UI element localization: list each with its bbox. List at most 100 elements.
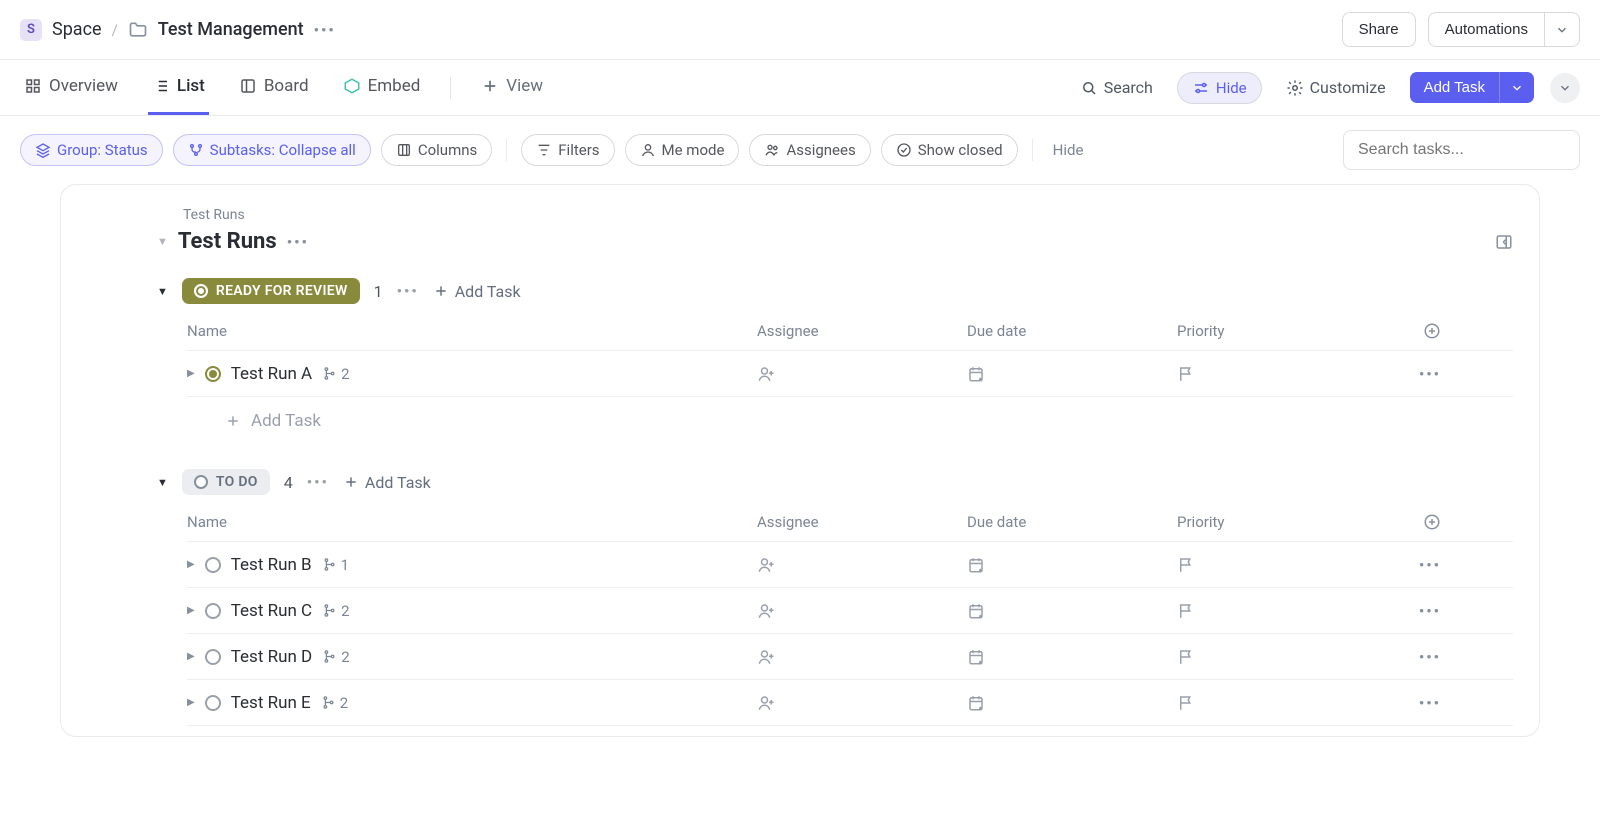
hide-button[interactable]: Hide — [1177, 72, 1262, 104]
subtask-count[interactable]: 2 — [322, 648, 349, 666]
expand-panel-icon[interactable] — [1495, 233, 1513, 251]
group-more-icon[interactable]: ••• — [307, 473, 329, 491]
due-date-cell[interactable] — [967, 602, 1177, 620]
group-caret-icon[interactable]: ▼ — [157, 476, 168, 489]
group-pill[interactable]: Group: Status — [20, 134, 163, 166]
expand-caret-icon[interactable]: ▶ — [187, 651, 195, 662]
task-name[interactable]: Test Run E — [231, 693, 311, 713]
subtask-icon — [322, 649, 337, 664]
priority-cell[interactable] — [1177, 648, 1397, 666]
task-status-icon[interactable] — [205, 649, 221, 665]
folder-icon — [128, 20, 148, 40]
tab-board[interactable]: Board — [235, 60, 313, 115]
columns-pill[interactable]: Columns — [381, 134, 492, 166]
due-date-cell[interactable] — [967, 694, 1177, 712]
automations-caret[interactable] — [1544, 12, 1580, 47]
tab-embed[interactable]: Embed — [339, 60, 425, 115]
tab-add-view[interactable]: View — [477, 60, 547, 115]
priority-cell[interactable] — [1177, 694, 1397, 712]
task-status-icon[interactable] — [205, 695, 221, 711]
col-priority[interactable]: Priority — [1177, 322, 1397, 340]
inline-add-task[interactable]: Add Task — [225, 397, 1513, 445]
add-column-icon[interactable] — [1423, 513, 1457, 531]
toolbar-hide-link[interactable]: Hide — [1047, 141, 1090, 159]
col-assignee[interactable]: Assignee — [757, 322, 967, 340]
people-icon — [764, 142, 780, 158]
group-more-icon[interactable]: ••• — [397, 282, 419, 300]
expand-caret-icon[interactable]: ▶ — [187, 559, 195, 570]
me-mode-pill[interactable]: Me mode — [625, 134, 740, 166]
expand-caret-icon[interactable]: ▶ — [187, 368, 195, 379]
subtask-count[interactable]: 2 — [322, 602, 349, 620]
task-row[interactable]: ▶ Test Run D 2 ••• — [187, 634, 1513, 680]
col-name[interactable]: Name — [187, 513, 757, 531]
col-due[interactable]: Due date — [967, 322, 1177, 340]
col-due[interactable]: Due date — [967, 513, 1177, 531]
due-date-cell[interactable] — [967, 556, 1177, 574]
col-priority[interactable]: Priority — [1177, 513, 1397, 531]
row-more-icon[interactable]: ••• — [1419, 602, 1457, 620]
row-more-icon[interactable]: ••• — [1419, 556, 1457, 574]
priority-cell[interactable] — [1177, 602, 1397, 620]
hide-label: Hide — [1216, 79, 1247, 97]
add-task-caret[interactable] — [1499, 72, 1534, 103]
priority-cell[interactable] — [1177, 556, 1397, 574]
space-badge[interactable]: S — [20, 19, 42, 41]
status-chip[interactable]: READY FOR REVIEW — [182, 278, 360, 304]
expand-caret-icon[interactable]: ▶ — [187, 697, 195, 708]
add-column-icon[interactable] — [1423, 322, 1457, 340]
row-more-icon[interactable]: ••• — [1419, 694, 1457, 712]
search-tasks-input[interactable] — [1343, 130, 1580, 170]
status-chip[interactable]: TO DO — [182, 469, 270, 495]
add-task-button[interactable]: Add Task — [1410, 72, 1499, 103]
assignee-cell[interactable] — [757, 602, 967, 620]
section-more-icon[interactable]: ••• — [287, 233, 309, 251]
breadcrumb-more-icon[interactable]: ••• — [314, 21, 336, 39]
show-closed-pill[interactable]: Show closed — [881, 134, 1018, 166]
assignee-cell[interactable] — [757, 648, 967, 666]
tab-overview[interactable]: Overview — [20, 60, 122, 115]
due-date-cell[interactable] — [967, 648, 1177, 666]
col-assignee[interactable]: Assignee — [757, 513, 967, 531]
task-name[interactable]: Test Run B — [231, 555, 312, 575]
expand-caret-icon[interactable]: ▶ — [187, 605, 195, 616]
group-add-task[interactable]: Add Task — [433, 282, 521, 301]
col-name[interactable]: Name — [187, 322, 757, 340]
filters-pill[interactable]: Filters — [521, 134, 614, 166]
task-name[interactable]: Test Run C — [231, 601, 312, 621]
subtask-count[interactable]: 1 — [322, 556, 349, 574]
group-add-task[interactable]: Add Task — [343, 473, 431, 492]
task-status-icon[interactable] — [205, 366, 221, 382]
assignee-cell[interactable] — [757, 694, 967, 712]
more-actions-button[interactable] — [1550, 73, 1580, 103]
task-status-icon[interactable] — [205, 603, 221, 619]
breadcrumb-folder[interactable]: Test Management — [158, 19, 304, 40]
group-header: ▼ TO DO 4 ••• Add Task — [157, 469, 1513, 495]
subtask-count[interactable]: 2 — [321, 694, 348, 712]
automations-button[interactable]: Automations — [1428, 12, 1544, 47]
due-date-cell[interactable] — [967, 365, 1177, 383]
assignee-cell[interactable] — [757, 365, 967, 383]
task-status-icon[interactable] — [205, 557, 221, 573]
task-name[interactable]: Test Run D — [231, 647, 313, 667]
task-row[interactable]: ▶ Test Run A 2 ••• — [187, 351, 1513, 397]
assignee-cell[interactable] — [757, 556, 967, 574]
task-name[interactable]: Test Run A — [231, 364, 312, 384]
row-more-icon[interactable]: ••• — [1419, 365, 1457, 383]
search-button[interactable]: Search — [1072, 72, 1161, 103]
task-row[interactable]: ▶ Test Run E 2 ••• — [187, 680, 1513, 726]
priority-cell[interactable] — [1177, 365, 1397, 383]
subtask-count[interactable]: 2 — [322, 365, 349, 383]
section-path[interactable]: Test Runs — [183, 207, 1513, 223]
share-button[interactable]: Share — [1342, 12, 1416, 47]
assignees-pill[interactable]: Assignees — [749, 134, 870, 166]
task-row[interactable]: ▶ Test Run C 2 ••• — [187, 588, 1513, 634]
row-more-icon[interactable]: ••• — [1419, 648, 1457, 666]
breadcrumb-space[interactable]: Space — [52, 19, 102, 40]
customize-button[interactable]: Customize — [1278, 72, 1394, 103]
task-row[interactable]: ▶ Test Run B 1 ••• — [187, 542, 1513, 588]
tab-list[interactable]: List — [148, 60, 209, 115]
group-caret-icon[interactable]: ▼ — [157, 285, 168, 298]
section-caret-icon[interactable]: ▼ — [157, 235, 168, 248]
subtasks-pill[interactable]: Subtasks: Collapse all — [173, 134, 371, 166]
